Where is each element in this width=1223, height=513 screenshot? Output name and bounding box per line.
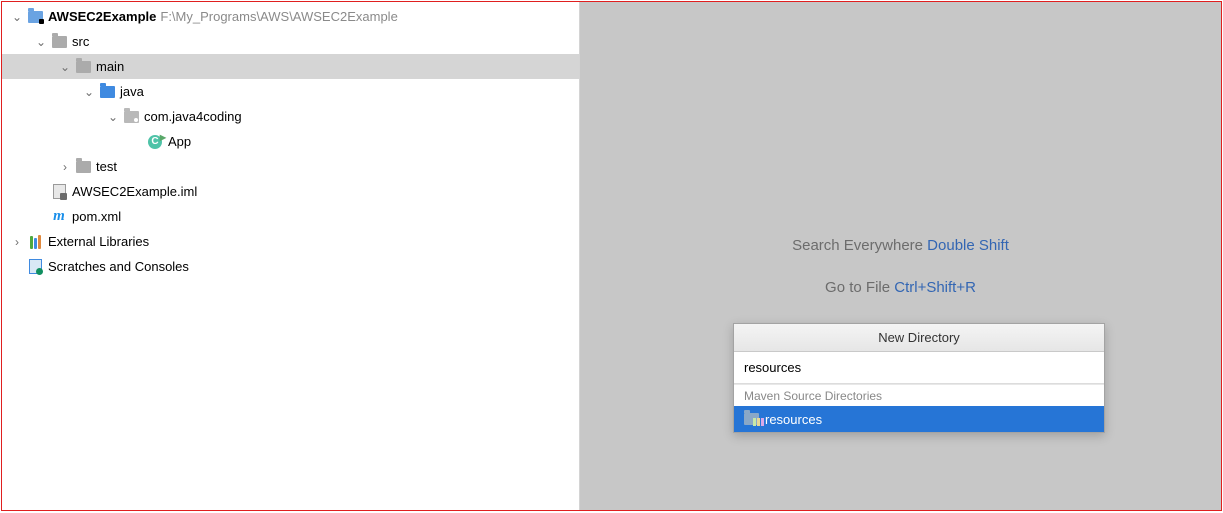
hint-label: Go to File <box>825 279 894 296</box>
chevron-down-icon[interactable]: ⌄ <box>56 60 74 74</box>
folder-label: main <box>96 59 124 74</box>
maven-file-icon: m <box>50 208 68 226</box>
popup-section-header: Maven Source Directories <box>734 384 1104 406</box>
chevron-down-icon[interactable]: ⌄ <box>80 85 98 99</box>
tree-node-class[interactable]: · C App <box>2 129 579 154</box>
folder-icon <box>74 58 92 76</box>
class-label: App <box>168 134 191 149</box>
hint-shortcut: Ctrl+Shift+R <box>894 279 976 296</box>
new-directory-popup: New Directory Maven Source Directories r… <box>733 323 1105 433</box>
tree-node-main[interactable]: ⌄ main <box>2 54 579 79</box>
project-path: F:\My_Programs\AWS\AWSEC2Example <box>160 9 397 24</box>
hint-shortcut: Double Shift <box>927 237 1009 254</box>
package-icon <box>122 108 140 126</box>
tree-node-iml[interactable]: · AWSEC2Example.iml <box>2 179 579 204</box>
hint-goto-file: Go to File Ctrl+Shift+R <box>580 279 1221 296</box>
popup-input-wrapper <box>734 352 1104 384</box>
chevron-right-icon[interactable]: › <box>8 235 26 249</box>
folder-label: src <box>72 34 89 49</box>
folder-label: java <box>120 84 144 99</box>
file-label: AWSEC2Example.iml <box>72 184 197 199</box>
ide-window: ⌄ AWSEC2Example F:\My_Programs\AWS\AWSEC… <box>1 1 1222 511</box>
resources-folder-icon <box>744 413 759 425</box>
tree-node-package[interactable]: ⌄ com.java4coding <box>2 104 579 129</box>
chevron-placeholder: · <box>128 135 146 149</box>
file-label: pom.xml <box>72 209 121 224</box>
editor-empty-area: Search Everywhere Double Shift Go to Fil… <box>580 2 1221 510</box>
chevron-placeholder: · <box>32 210 50 224</box>
package-label: com.java4coding <box>144 109 242 124</box>
hint-search-everywhere: Search Everywhere Double Shift <box>580 237 1221 254</box>
tree-node-test[interactable]: › test <box>2 154 579 179</box>
chevron-down-icon[interactable]: ⌄ <box>104 110 122 124</box>
tree-node-java[interactable]: ⌄ java <box>2 79 579 104</box>
chevron-down-icon[interactable]: ⌄ <box>32 35 50 49</box>
popup-option-resources[interactable]: resources <box>734 406 1104 432</box>
folder-icon <box>50 33 68 51</box>
tree-node-external-libraries[interactable]: › External Libraries <box>2 229 579 254</box>
directory-name-input[interactable] <box>744 360 1094 375</box>
popup-title: New Directory <box>734 324 1104 352</box>
tree-node-pom[interactable]: · m pom.xml <box>2 204 579 229</box>
tree-node-src[interactable]: ⌄ src <box>2 29 579 54</box>
folder-label: test <box>96 159 117 174</box>
hint-label: Search Everywhere <box>792 237 927 254</box>
class-runnable-icon: C <box>146 133 164 151</box>
chevron-down-icon[interactable]: ⌄ <box>8 10 26 24</box>
chevron-right-icon[interactable]: › <box>56 160 74 174</box>
libraries-icon <box>26 233 44 251</box>
folder-icon <box>74 158 92 176</box>
tree-node-scratches[interactable]: · Scratches and Consoles <box>2 254 579 279</box>
popup-option-label: resources <box>765 412 822 427</box>
iml-file-icon <box>50 183 68 201</box>
source-folder-icon <box>98 83 116 101</box>
chevron-placeholder: · <box>32 185 50 199</box>
node-label: Scratches and Consoles <box>48 259 189 274</box>
chevron-placeholder: · <box>8 260 26 274</box>
node-label: External Libraries <box>48 234 149 249</box>
project-name: AWSEC2Example <box>48 9 156 24</box>
scratches-icon <box>26 258 44 276</box>
tree-node-project[interactable]: ⌄ AWSEC2Example F:\My_Programs\AWS\AWSEC… <box>2 4 579 29</box>
project-folder-icon <box>26 8 44 26</box>
project-tree-panel[interactable]: ⌄ AWSEC2Example F:\My_Programs\AWS\AWSEC… <box>2 2 580 510</box>
editor-hints: Search Everywhere Double Shift Go to Fil… <box>580 237 1221 321</box>
